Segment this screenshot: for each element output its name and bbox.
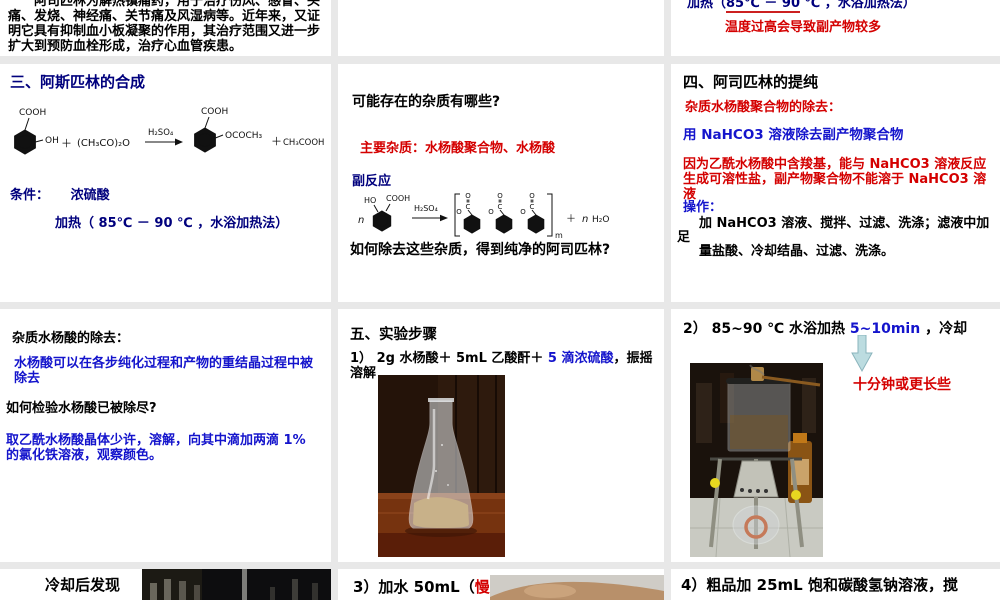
svg-text:O: O <box>456 208 462 216</box>
svg-text:O: O <box>520 208 526 216</box>
step3-highlight: 慢 <box>474 578 490 596</box>
heating-line: 加热（85℃ － 90 ℃ ，水浴加热法） <box>687 0 992 13</box>
step4-line: 4）粗品加 25mL 饱和碳酸氢钠溶液，搅 <box>681 576 958 594</box>
side-reaction-equation-diagram: n HO COOH H₂SO₄ O C O O C O O C O m ＋ n … <box>358 192 609 240</box>
step2-line: 2） 85~90 ℃ 水浴加热 5~10min ，冷却 <box>683 321 993 337</box>
removal-heading-2: 如何检验水杨酸已被除尽? <box>6 401 157 416</box>
svg-text:O: O <box>529 192 535 200</box>
svg-text:H₂O: H₂O <box>592 215 609 225</box>
down-arrow-icon <box>851 335 873 373</box>
synthesis-title: 三、阿斯匹林的合成 <box>10 73 146 91</box>
svg-text:＋: ＋ <box>271 135 282 148</box>
synthesis-equation-diagram: COOH OH ＋ (CH₃CO)₂O H₂SO₄ COOH OCOCH₃ ＋ … <box>14 107 324 155</box>
impurities-main: 主要杂质：水杨酸聚合物、水杨酸 <box>360 141 556 156</box>
svg-text:CH₃COOH: CH₃COOH <box>283 138 324 148</box>
slide-thumb-cooling[interactable]: 冷却后发现 <box>0 569 331 600</box>
svg-text:＋: ＋ <box>61 137 72 150</box>
svg-text:O: O <box>488 208 494 216</box>
slide-thumb-intro[interactable]: 阿司匹林为解热镇痛药，用于治疗伤风、感冒、头痛、发烧、神经痛、关节痛及风湿病等。… <box>0 0 331 56</box>
condition-label: 条件： <box>10 188 50 203</box>
flask-photo <box>378 375 505 557</box>
svg-text:n: n <box>582 214 588 225</box>
step1-highlight: 5 滴浓硫酸 <box>547 351 614 366</box>
svg-text:O: O <box>465 192 471 200</box>
heating-line-suffix: ℃ ，水浴加热法） <box>800 0 916 11</box>
slide-thumb-step2[interactable]: 2） 85~90 ℃ 水浴加热 5~10min ，冷却 十分钟或更长些 <box>671 309 1000 562</box>
operation-line: 足 <box>677 230 691 245</box>
condition-row: 条件： 浓硫酸 <box>10 184 110 203</box>
impurities-question-2: 如何除去这些杂质，得到纯净的阿司匹林? <box>350 242 611 258</box>
test-tubes-photo <box>142 569 331 600</box>
steps-title: 五、实验步骤 <box>350 327 437 343</box>
svg-text:OH: OH <box>45 136 59 146</box>
slide-sorter-grid: 阿司匹林为解热镇痛药，用于治疗伤风、感冒、头痛、发烧、神经痛、关节痛及风湿病等。… <box>0 0 1000 600</box>
svg-text:n: n <box>358 215 364 226</box>
purification-reason: 因为乙酰水杨酸中含羧基，能与 NaHCO3 溶液反应生成可溶性盐，副产物聚合物不… <box>683 157 987 202</box>
svg-text:C: C <box>530 203 535 211</box>
step3-prefix: 3）加水 50mL（ <box>353 578 475 596</box>
cooling-label: 冷却后发现 <box>45 576 121 594</box>
step2-prefix: 2） 85~90 ℃ 水浴加热 <box>683 321 850 337</box>
synthesis-heat-line: 加热（ 85℃ － 90 ℃ ，水浴加热法） <box>55 216 289 231</box>
water-bath-photo <box>690 363 823 557</box>
operation-line: 加 NaHCO3 溶液、搅拌、过滤、洗涤；滤液中加 <box>699 216 990 231</box>
purification-title: 四、阿司匹林的提纯 <box>683 73 819 91</box>
step2-note: 十分钟或更长些 <box>853 377 951 393</box>
impurities-question-1: 可能存在的杂质有哪些? <box>352 94 501 110</box>
step1-prefix: 1） 2g 水杨酸＋ 5mL 乙酸酐＋ <box>350 351 548 366</box>
slide-thumb-removal[interactable]: 杂质水杨酸的除去： 水杨酸可以在各步纯化过程和产物的重结晶过程中被除去 如何检验… <box>0 309 331 562</box>
svg-text:COOH: COOH <box>19 108 46 118</box>
step3-line: 3）加水 50mL（慢 <box>353 579 490 596</box>
svg-text:H₂SO₄: H₂SO₄ <box>148 128 174 138</box>
svg-text:OCOCH₃: OCOCH₃ <box>225 131 263 141</box>
svg-text:H₂SO₄: H₂SO₄ <box>414 204 438 213</box>
purification-method: 用 NaHCO3 溶液除去副产物聚合物 <box>683 127 904 143</box>
slide-thumb-step3[interactable]: 3）加水 50mL（慢 <box>338 569 664 600</box>
slide-thumb-synthesis[interactable]: 三、阿斯匹林的合成 COOH OH ＋ (CH₃CO)₂O H₂SO₄ COOH… <box>0 64 331 302</box>
removal-heading-1: 杂质水杨酸的除去： <box>12 331 130 346</box>
purification-removal-heading: 杂质水杨酸聚合物的除去： <box>685 100 842 115</box>
heating-warning: 温度过高会导致副产物较多 <box>725 20 882 35</box>
side-reaction-label: 副反应 <box>352 174 392 189</box>
slide-thumb-step4[interactable]: 4）粗品加 25mL 饱和碳酸氢钠溶液，搅 <box>671 569 1000 600</box>
svg-text:C: C <box>466 203 471 211</box>
intro-paragraph: 阿司匹林为解热镇痛药，用于治疗伤风、感冒、头痛、发烧、神经痛、关节痛及风湿病等。… <box>8 0 321 54</box>
svg-text:COOH: COOH <box>201 107 228 117</box>
step2-suffix: ，冷却 <box>920 321 968 337</box>
svg-text:(CH₃CO)₂O: (CH₃CO)₂O <box>77 138 130 149</box>
condition-value: 浓硫酸 <box>70 188 110 203</box>
removal-body-2: 取乙酰水杨酸晶体少许，溶解，向其中滴加两滴 1% 的氯化铁溶液，观察颜色。 <box>6 433 306 463</box>
svg-text:HO: HO <box>364 196 376 205</box>
heating-range-underlined: 85℃ － 90 <box>726 0 800 13</box>
slide-thumb-heating[interactable]: 加热（85℃ － 90 ℃ ，水浴加热法） 温度过高会导致副产物较多 <box>671 0 1000 56</box>
slide-thumb-impurities[interactable]: 可能存在的杂质有哪些? 主要杂质：水杨酸聚合物、水杨酸 副反应 n HO COO… <box>338 64 664 302</box>
hand-photo <box>490 575 664 600</box>
operation-line: 量盐酸、冷却结晶、过滤、洗涤。 <box>699 244 895 259</box>
heating-line-prefix: 加热（ <box>687 0 727 11</box>
removal-body-1: 水杨酸可以在各步纯化过程和产物的重结晶过程中被除去 <box>14 356 314 386</box>
operation-label: 操作： <box>683 200 723 215</box>
svg-text:C: C <box>498 203 503 211</box>
svg-text:＋: ＋ <box>566 214 576 225</box>
svg-text:COOH: COOH <box>386 194 410 203</box>
svg-text:O: O <box>497 192 503 200</box>
slide-thumb-steps[interactable]: 五、实验步骤 1） 2g 水杨酸＋ 5mL 乙酸酐＋ 5 滴浓硫酸，振摇溶解 <box>338 309 664 562</box>
slide-thumb-purification[interactable]: 四、阿司匹林的提纯 杂质水杨酸聚合物的除去： 用 NaHCO3 溶液除去副产物聚… <box>671 64 1000 302</box>
svg-text:m: m <box>555 231 563 240</box>
slide-thumb-blank[interactable] <box>338 0 664 56</box>
